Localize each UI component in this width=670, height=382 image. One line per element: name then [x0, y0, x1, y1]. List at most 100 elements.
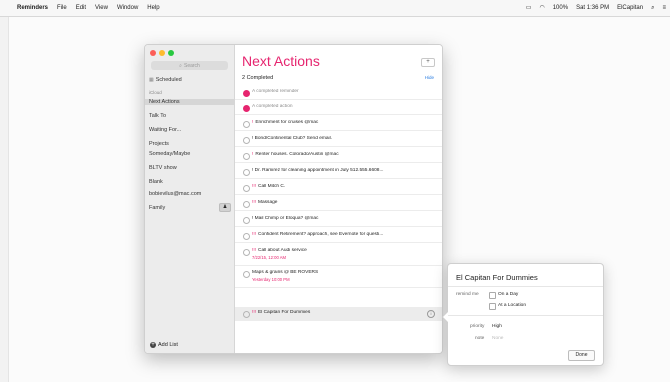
on-a-day-checkbox[interactable] [489, 292, 496, 299]
priority-label: priority [470, 324, 485, 329]
at-a-location-checkbox[interactable] [489, 303, 496, 310]
reminder-row[interactable]: !!! Call Mitch C. [235, 181, 442, 195]
menu-help[interactable]: Help [147, 0, 159, 16]
reminder-row[interactable]: A completed reminder [235, 86, 442, 100]
reminder-checkbox[interactable] [243, 217, 250, 224]
menu-view[interactable]: View [95, 0, 108, 16]
reminder-title: Call Mitch C. [258, 184, 286, 189]
reminder-text: ! Renter houses. Colorado/Austin @mac [252, 152, 437, 157]
reminder-text: ! Mail Chimp or Eloqua? @mac [252, 216, 319, 221]
menu-edit[interactable]: Edit [76, 0, 86, 16]
reminder-title: El Capitan For Dummies [258, 310, 311, 315]
spotlight-icon[interactable]: ⌕ [651, 0, 654, 16]
reminder-text: ! Enrichment for cruises @mac [252, 120, 437, 125]
sidebar-item-bltv-show[interactable]: BLTV show [149, 165, 177, 171]
reminder-row[interactable]: Maps & grains @ BE ROVERS Yesterday 10:0… [235, 267, 442, 288]
sidebar-item-projects[interactable]: Projects [149, 141, 169, 147]
priority-select[interactable]: High [492, 324, 502, 329]
search-placeholder: Search [183, 62, 200, 69]
priority-marker: !!! [252, 310, 256, 315]
battery-status[interactable]: 100% [553, 0, 568, 16]
reminder-checkbox[interactable] [243, 233, 250, 240]
priority-marker: !!! [252, 248, 256, 253]
reminder-checkbox[interactable] [243, 185, 250, 192]
sidebar-item-shared-account[interactable]: bobievilus@mac.com [149, 191, 201, 197]
menu-window[interactable]: Window [117, 0, 138, 16]
divider [448, 286, 603, 287]
zoom-button[interactable] [168, 50, 174, 56]
note-field[interactable]: None [492, 336, 503, 341]
user-name[interactable]: ElCapitan [617, 0, 643, 16]
reminder-row[interactable]: ! Enrichment for cruises @mac [235, 117, 442, 131]
reminder-text: !!! Call Mitch C. [252, 184, 437, 189]
priority-marker: ! [252, 120, 254, 125]
reminder-title: Enrichment for cruises @mac [255, 120, 319, 125]
sidebar: ⌕ Search ▦ Scheduled iCloud Next Actions… [145, 45, 235, 353]
info-icon[interactable]: i [427, 310, 435, 318]
search-icon: ⌕ [179, 62, 182, 69]
sidebar-item-waiting-for[interactable]: Waiting For... [149, 127, 181, 133]
reminder-checkbox[interactable] [243, 169, 250, 176]
minimize-button[interactable] [159, 50, 165, 56]
completed-checkbox[interactable] [243, 105, 250, 112]
remind-me-label: remind me [456, 292, 479, 297]
reminder-row[interactable]: ! Dr. Ramirez for cleaning appointment i… [235, 165, 442, 179]
clock[interactable]: Sat 1:36 PM [576, 0, 609, 16]
sidebar-item-someday-maybe[interactable]: Someday/Maybe [149, 151, 190, 157]
reminder-checkbox[interactable] [243, 121, 250, 128]
priority-marker: ! [252, 152, 254, 157]
popover-title[interactable]: El Capitan For Dummies [456, 273, 538, 282]
note-label: note [475, 336, 485, 341]
reminder-row[interactable]: A completed action [235, 101, 442, 115]
at-a-location-label[interactable]: At a Location [498, 303, 526, 308]
reminder-text: Maps & grains @ BE ROVERS [252, 270, 319, 275]
notification-icon[interactable]: ≡ [662, 0, 666, 16]
on-a-day-label[interactable]: On a Day [498, 292, 518, 297]
reminder-text: !!! Call about Audi service [252, 248, 437, 253]
reminder-title: Call about Audi service [258, 248, 307, 253]
priority-marker: !!! [252, 200, 256, 205]
reminder-row[interactable]: ! Renter houses. Colorado/Austin @mac [235, 149, 442, 163]
sidebar-section-header: iCloud [149, 90, 162, 95]
add-list-button[interactable]: + Add List [150, 342, 178, 348]
priority-marker: !!! [252, 232, 256, 237]
completed-count: 2 Completed [242, 75, 274, 81]
reminder-text: !!! Confident Retirement? approach, see E… [252, 232, 437, 237]
close-button[interactable] [150, 50, 156, 56]
sidebar-item-blank[interactable]: Blank [149, 179, 163, 185]
reminder-checkbox[interactable] [243, 311, 250, 318]
wifi-icon[interactable]: ◠ [539, 0, 544, 16]
calendar-icon: ▦ [149, 77, 154, 83]
reminder-text: !!! Massage [252, 200, 437, 205]
sidebar-item-next-actions[interactable]: Next Actions [145, 99, 234, 105]
sidebar-item-label: Scheduled [155, 77, 182, 83]
shared-list-icon[interactable]: ♟ [219, 203, 231, 212]
completed-checkbox[interactable] [243, 90, 250, 97]
display-icon[interactable]: ▭ [526, 0, 532, 16]
reminder-checkbox[interactable] [243, 137, 250, 144]
reminder-checkbox[interactable] [243, 249, 250, 256]
add-reminder-button[interactable]: + [421, 58, 435, 67]
search-field[interactable]: ⌕ Search [151, 61, 228, 70]
reminder-row[interactable]: ! Bond/Continental Club? Send email. [235, 133, 442, 147]
reminder-text: !!! El Capitan For Dummies [252, 310, 437, 315]
reminder-title: Massage [258, 200, 278, 205]
sidebar-item-family[interactable]: Family [149, 205, 165, 211]
menu-file[interactable]: File [57, 0, 67, 16]
reminder-checkbox[interactable] [243, 153, 250, 160]
sidebar-item-scheduled[interactable]: ▦ Scheduled [149, 77, 182, 83]
reminder-checkbox[interactable] [243, 271, 250, 278]
menu-app-name[interactable]: Reminders [17, 0, 48, 16]
hide-completed-link[interactable]: Hide [425, 75, 434, 80]
reminder-row[interactable]: ! Mail Chimp or Eloqua? @mac [235, 213, 442, 227]
reminders-window: ⌕ Search ▦ Scheduled iCloud Next Actions… [144, 44, 443, 354]
reminder-row[interactable]: !!! Confident Retirement? approach, see E… [235, 229, 442, 243]
reminder-checkbox[interactable] [243, 201, 250, 208]
sidebar-item-talk-to[interactable]: Talk To [149, 113, 166, 119]
reminder-row-selected[interactable]: !!! El Capitan For Dummies i [235, 307, 442, 321]
done-button[interactable]: Done [568, 350, 595, 361]
reminder-list-pane: Next Actions + 2 Completed Hide A comple… [235, 45, 442, 353]
reminder-row[interactable]: !!! Call about Audi service 7/22/15, 12:0… [235, 245, 442, 266]
reminder-due-date: 7/22/15, 12:00 AM [252, 255, 286, 260]
reminder-row[interactable]: !!! Massage [235, 197, 442, 211]
